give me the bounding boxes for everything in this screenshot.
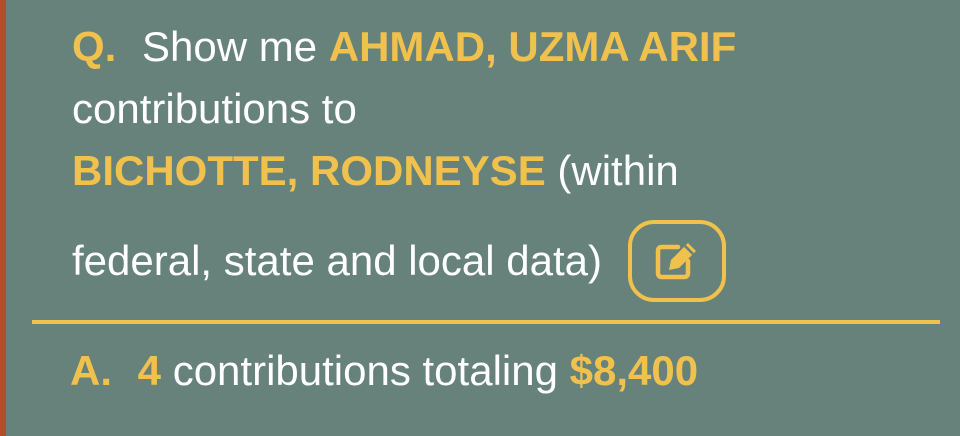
question-scope-open: (within <box>557 147 679 194</box>
question-prefix: Show me <box>142 23 318 70</box>
contribution-total: $8,400 <box>569 347 699 394</box>
answer-label: A. <box>70 347 112 394</box>
question-block: Q. Show me AHMAD, UZMA ARIF contribution… <box>72 16 932 302</box>
edit-icon <box>655 243 697 280</box>
question-label: Q. <box>72 23 117 70</box>
qa-card: Q. Show me AHMAD, UZMA ARIF contribution… <box>6 0 960 436</box>
contribution-count: 4 <box>137 347 162 394</box>
question-middle: contributions to <box>72 85 357 132</box>
question-line-4: federal, state and local data) <box>72 220 932 302</box>
question-line-2: contributions to <box>72 78 932 140</box>
question-line-1: Q. Show me AHMAD, UZMA ARIF <box>72 16 932 78</box>
recipient-name: BICHOTTE, RODNEYSE <box>72 147 546 194</box>
question-line-3: BICHOTTE, RODNEYSE (within <box>72 140 932 202</box>
contributor-name: AHMAD, UZMA ARIF <box>328 23 737 70</box>
answer-middle: contributions totaling <box>172 347 558 394</box>
divider <box>32 320 940 324</box>
edit-query-button[interactable] <box>628 220 727 302</box>
question-scope-close: federal, state and local data) <box>72 237 603 284</box>
answer-block: A. 4 contributions totaling $8,400 <box>70 340 698 402</box>
